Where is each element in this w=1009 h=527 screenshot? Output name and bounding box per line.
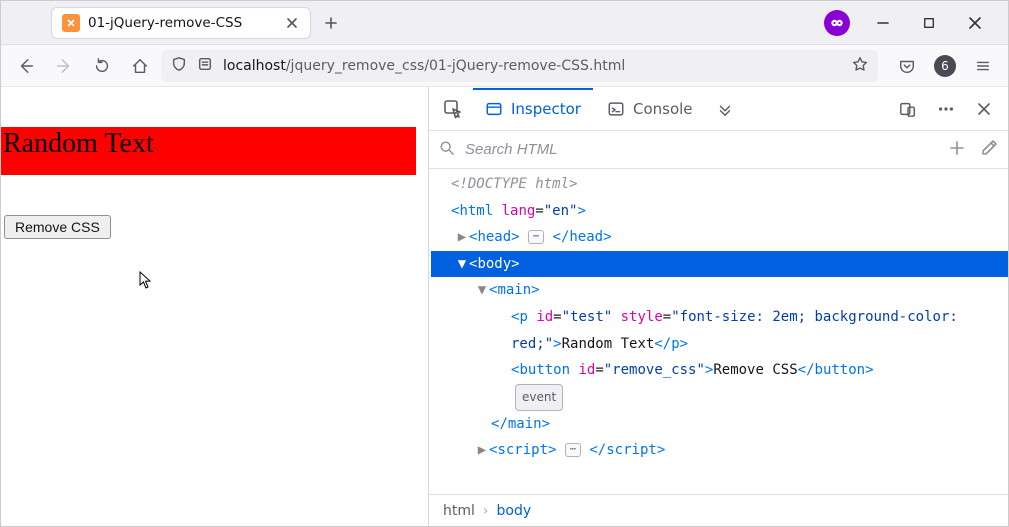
remove-css-button[interactable]: Remove CSS — [4, 215, 111, 239]
console-tab[interactable]: Console — [595, 88, 705, 130]
new-tab-button[interactable] — [317, 9, 345, 37]
chevron-right-icon: › — [483, 503, 489, 519]
breadcrumb-bar: html › body — [429, 494, 1008, 526]
html-search-input[interactable] — [463, 140, 940, 159]
body-node-selected[interactable]: ▼body — [431, 251, 1008, 278]
bookmark-star-icon[interactable] — [852, 56, 868, 76]
url-text: localhost/jquery_remove_css/01-jQuery-re… — [223, 58, 625, 74]
window-close-button[interactable] — [952, 7, 998, 39]
forward-button[interactable] — [47, 49, 81, 83]
random-text-paragraph: Random Text — [1, 127, 416, 175]
p-node[interactable]: p id="test" style="font-size: 2em; backg… — [431, 304, 1008, 357]
search-icon — [439, 140, 455, 160]
account-counter[interactable]: 6 — [928, 49, 962, 83]
add-node-icon[interactable] — [948, 139, 966, 161]
html-node[interactable]: html lang="en" — [431, 198, 1008, 225]
devtools-panel: Inspector Console — [428, 87, 1008, 526]
browser-tab[interactable]: 01-jQuery-remove-CSS — [51, 7, 311, 39]
main-close-node[interactable]: /main — [431, 411, 1008, 438]
window-minimize-button[interactable] — [860, 7, 906, 39]
app-menu-button[interactable] — [966, 49, 1000, 83]
devtools-tabbar: Inspector Console — [429, 87, 1008, 131]
inspector-tab[interactable]: Inspector — [473, 88, 593, 130]
eyedropper-icon[interactable] — [980, 139, 998, 161]
devtools-search-bar — [429, 131, 1008, 169]
tab-close-icon[interactable] — [284, 15, 300, 31]
crumb-body[interactable]: body — [497, 503, 532, 519]
tab-title: 01-jQuery-remove-CSS — [88, 15, 276, 31]
element-picker-icon[interactable] — [435, 91, 471, 127]
doctype-node[interactable]: <!DOCTYPE html> — [451, 176, 577, 192]
devtools-close-icon[interactable] — [966, 91, 1002, 127]
crumb-html[interactable]: html — [443, 503, 475, 519]
page-info-icon[interactable] — [197, 56, 213, 76]
pocket-icon[interactable] — [890, 49, 924, 83]
devtools-menu-icon[interactable] — [928, 91, 964, 127]
inspector-tab-label: Inspector — [511, 100, 581, 118]
page-viewport: Random Text Remove CSS — [1, 87, 428, 526]
event-badge[interactable]: event — [431, 384, 1008, 411]
main-node[interactable]: ▼main — [431, 277, 1008, 304]
address-bar[interactable]: localhost/jquery_remove_css/01-jQuery-re… — [161, 50, 878, 82]
script-node[interactable]: ▶script ⋯ /script — [431, 437, 1008, 464]
extension-badge-icon[interactable] — [824, 10, 850, 36]
back-button[interactable] — [9, 49, 43, 83]
reload-button[interactable] — [85, 49, 119, 83]
console-tab-label: Console — [633, 100, 693, 118]
browser-navbar: localhost/jquery_remove_css/01-jQuery-re… — [1, 45, 1008, 87]
head-node[interactable]: ▶head ⋯ /head — [431, 224, 1008, 251]
home-button[interactable] — [123, 49, 157, 83]
xampp-favicon-icon — [62, 14, 80, 32]
button-node[interactable]: button id="remove_css"Remove CSS/button — [431, 357, 1008, 384]
mouse-cursor-icon — [139, 271, 153, 293]
window-titlebar: 01-jQuery-remove-CSS — [1, 1, 1008, 45]
more-tabs-icon[interactable] — [707, 91, 743, 127]
counter-badge: 6 — [934, 55, 956, 77]
responsive-mode-icon[interactable] — [890, 91, 926, 127]
shield-icon[interactable] — [171, 56, 187, 76]
dom-tree[interactable]: <!DOCTYPE html> html lang="en" ▶head ⋯ /… — [429, 169, 1008, 494]
window-maximize-button[interactable] — [906, 7, 952, 39]
